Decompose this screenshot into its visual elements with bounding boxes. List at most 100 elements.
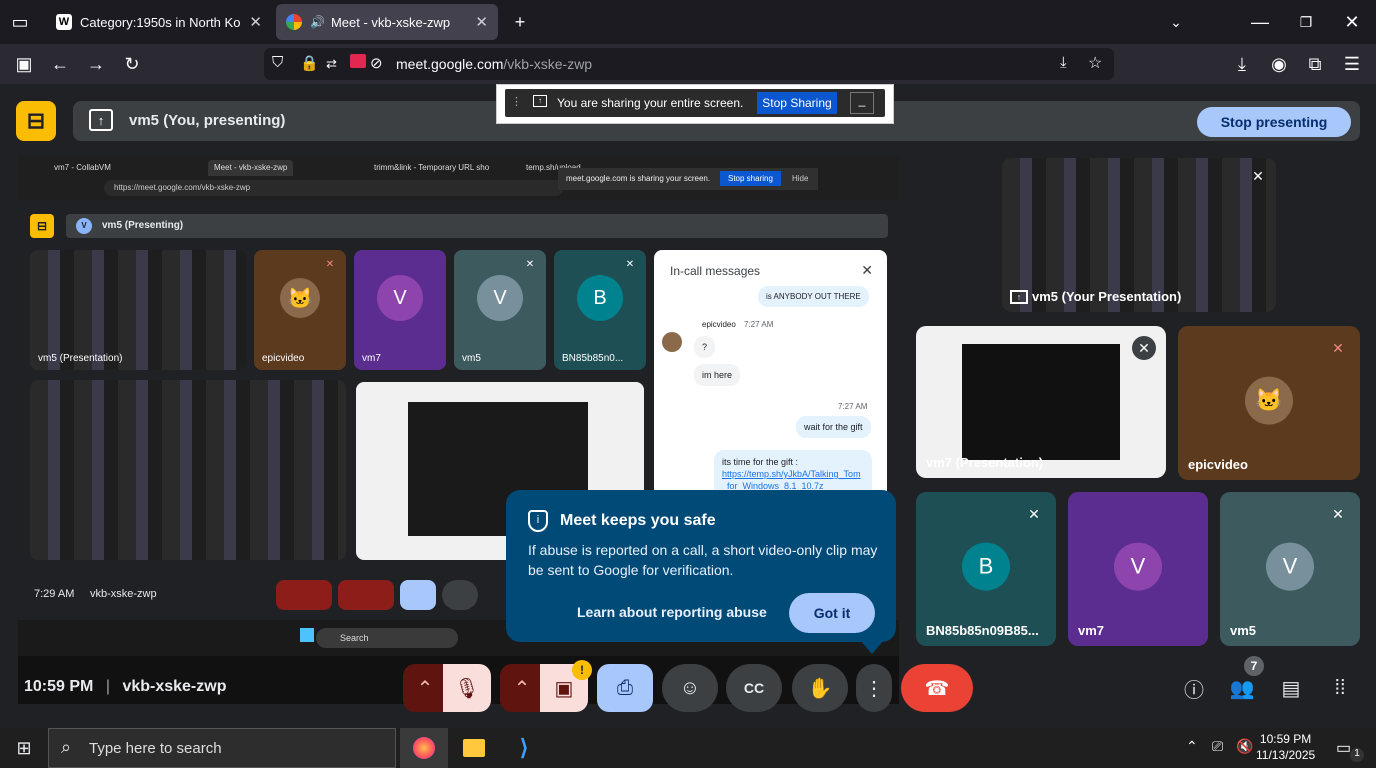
network-icon[interactable]: ⎚ [1212, 738, 1223, 755]
install-icon[interactable]: ⤓ [1060, 54, 1067, 71]
downloads-icon[interactable]: ⤓ [1230, 52, 1254, 76]
meeting-code: vkb-xske-zwp [122, 678, 227, 695]
tile-vm7[interactable]: V vm7 [1068, 492, 1208, 646]
muted-icon: ✕ [525, 258, 535, 270]
tile-bn85[interactable]: ✕ B BN85b85n09B85... [916, 492, 1056, 646]
shield-icon[interactable]: ⛉ [272, 54, 283, 71]
meet-layout-icon[interactable]: ⊟ [16, 101, 56, 141]
minimize-banner-icon[interactable]: _ [850, 92, 874, 114]
people-icon[interactable]: 👥 [1228, 674, 1256, 702]
people-count-badge: 7 [1244, 656, 1264, 676]
sidebar-icon[interactable]: ▣ [12, 52, 36, 76]
tab-meet[interactable]: 🔊 Meet - vkb-xske-zwp ✕ [276, 4, 498, 40]
close-tab-icon[interactable]: ✕ [249, 13, 262, 31]
permissions-icon[interactable]: ⇄ [326, 56, 337, 72]
chat-message: ? [694, 336, 716, 358]
minimize-icon[interactable]: — [1248, 10, 1272, 34]
muted-icon: ✕ [625, 258, 635, 270]
file-explorer-icon[interactable] [450, 728, 498, 768]
inner-tile-recursive-screen [30, 380, 346, 560]
present-now-button[interactable]: ⎙ [597, 664, 653, 712]
emoji-reactions-icon[interactable]: ☺ [662, 664, 718, 712]
list-tabs-icon[interactable]: ⌄ [1164, 10, 1188, 34]
close-chat-icon: ✕ [861, 262, 873, 278]
windows-start-icon[interactable]: ⊞ [0, 728, 48, 768]
raise-hand-icon[interactable]: ✋ [792, 664, 848, 712]
tile-name: vm5 [1230, 623, 1257, 638]
browser-nav-bar: ▣ ← → ↻ ⛉ 🔒 ⇄ ⊘ meet.google.com/vkb-xske… [0, 44, 1376, 84]
close-tab-icon[interactable]: ✕ [475, 13, 488, 31]
bookmark-star-icon[interactable]: ☆ [1088, 53, 1102, 73]
end-call-button[interactable]: ☎ [901, 664, 973, 712]
inner-code: vkb-xske-zwp [90, 588, 157, 600]
avatar: B [577, 275, 623, 321]
video-options-button[interactable]: ⌃ [500, 664, 544, 712]
learn-reporting-abuse-link[interactable]: Learn about reporting abuse [577, 604, 767, 620]
muted-icon: ✕ [1332, 505, 1344, 522]
vscode-icon[interactable]: ⟩ [500, 728, 548, 768]
my-time: 7:27 AM [838, 402, 868, 411]
search-icon: ⌕ [61, 737, 72, 757]
muted-icon: ✕ [1332, 339, 1344, 356]
new-tab-button[interactable]: + [508, 10, 532, 34]
got-it-button[interactable]: Got it [789, 593, 875, 633]
chat-message: is ANYBODY OUT THERE [758, 286, 869, 307]
close-window-icon[interactable]: ✕ [1340, 10, 1364, 34]
activities-icon[interactable]: ⁞⁞ [1326, 674, 1354, 702]
reload-icon[interactable]: ↻ [120, 52, 144, 76]
stop-sharing-button[interactable]: Stop Sharing [757, 92, 837, 114]
camera-blocked-icon[interactable]: ⊘ [370, 54, 383, 72]
inner-tile-bn85: ✕ B BN85b85n0... [554, 250, 646, 370]
tab-wikipedia[interactable]: W Category:1950s in North Korea ✕ [46, 4, 272, 40]
tile-vm7-presentation[interactable]: ✕ vm7 (Presentation) [916, 326, 1166, 478]
chat-message: wait for the gift [796, 416, 871, 438]
tile-epicvideo[interactable]: ✕ 🐱 epicvideo [1178, 326, 1360, 480]
mic-off-icon[interactable]: 🎙 [443, 664, 491, 712]
avatar: V [477, 275, 523, 321]
address-bar[interactable]: ⛉ 🔒 ⇄ ⊘ meet.google.com/vkb-xske-zwp ⤓ ☆ [264, 48, 1114, 80]
notifications-icon[interactable]: ▭ [1336, 738, 1351, 758]
safety-body: If abuse is reported on a call, a short … [528, 542, 878, 578]
muted-icon: ✕ [1132, 336, 1156, 360]
inner-stop-sharing: Stop sharing [720, 171, 781, 186]
tile-name: vm5 (Presentation) [38, 353, 123, 364]
taskbar-search[interactable]: ⌕ Type here to search [48, 728, 396, 768]
chat-header: In-call messages [670, 264, 761, 278]
taskbar-clock[interactable]: 10:59 PM 11/13/2025 [1256, 731, 1315, 763]
tab-title: Category:1950s in North Korea [80, 14, 242, 30]
show-hidden-icons-icon[interactable]: ⌃ [1186, 738, 1198, 755]
firefox-icon[interactable] [400, 728, 448, 768]
inner-avatar: V [76, 218, 92, 234]
search-placeholder: Type here to search [89, 740, 222, 757]
meeting-details-icon[interactable]: ⓘ [1180, 674, 1208, 702]
inner-share-banner: meet.google.com is sharing your screen. … [558, 168, 818, 190]
account-icon[interactable]: ◉ [1267, 52, 1291, 76]
inner-tile-vm5: ✕ V vm5 [454, 250, 546, 370]
screen-share-indicator-icon[interactable] [350, 54, 366, 68]
extensions-icon[interactable]: ⧉ [1303, 52, 1327, 76]
chat-icon[interactable]: ▤ [1277, 674, 1305, 702]
speaker-icon[interactable]: 🔊 [310, 15, 325, 29]
audio-options-button[interactable]: ⌃ [403, 664, 447, 712]
back-icon[interactable]: ← [48, 52, 72, 76]
forward-icon[interactable]: → [84, 52, 108, 76]
captions-icon[interactable]: CC [726, 664, 782, 712]
restore-icon[interactable]: ❐ [1294, 10, 1318, 34]
present-screen-icon: ↑ [1010, 290, 1028, 304]
more-options-icon[interactable]: ⋮ [856, 664, 892, 712]
inner-hide: Hide [792, 174, 809, 183]
lock-icon[interactable]: 🔒 [300, 54, 319, 72]
stop-presenting-button[interactable]: Stop presenting [1197, 107, 1351, 137]
chat-message: im here [694, 364, 741, 386]
menu-icon[interactable]: ☰ [1340, 52, 1364, 76]
tile-your-presentation[interactable]: ✕ vm5 (Your Presentation) ↑ [1002, 158, 1276, 312]
tile-name: vm7 [1078, 623, 1105, 638]
volume-muted-icon[interactable]: 🔇 [1236, 738, 1253, 755]
tab-title: Meet - vkb-xske-zwp [330, 14, 451, 30]
tab-overview-icon[interactable]: ▭ [8, 10, 32, 34]
inner-tab: trimm&link - Temporary URL sho [374, 163, 490, 172]
tile-name: vm5 (Your Presentation) [1032, 289, 1182, 304]
drag-handle-icon[interactable]: ⋮ [511, 95, 522, 108]
tile-vm5[interactable]: ✕ V vm5 [1220, 492, 1360, 646]
sender-avatar [662, 332, 682, 352]
